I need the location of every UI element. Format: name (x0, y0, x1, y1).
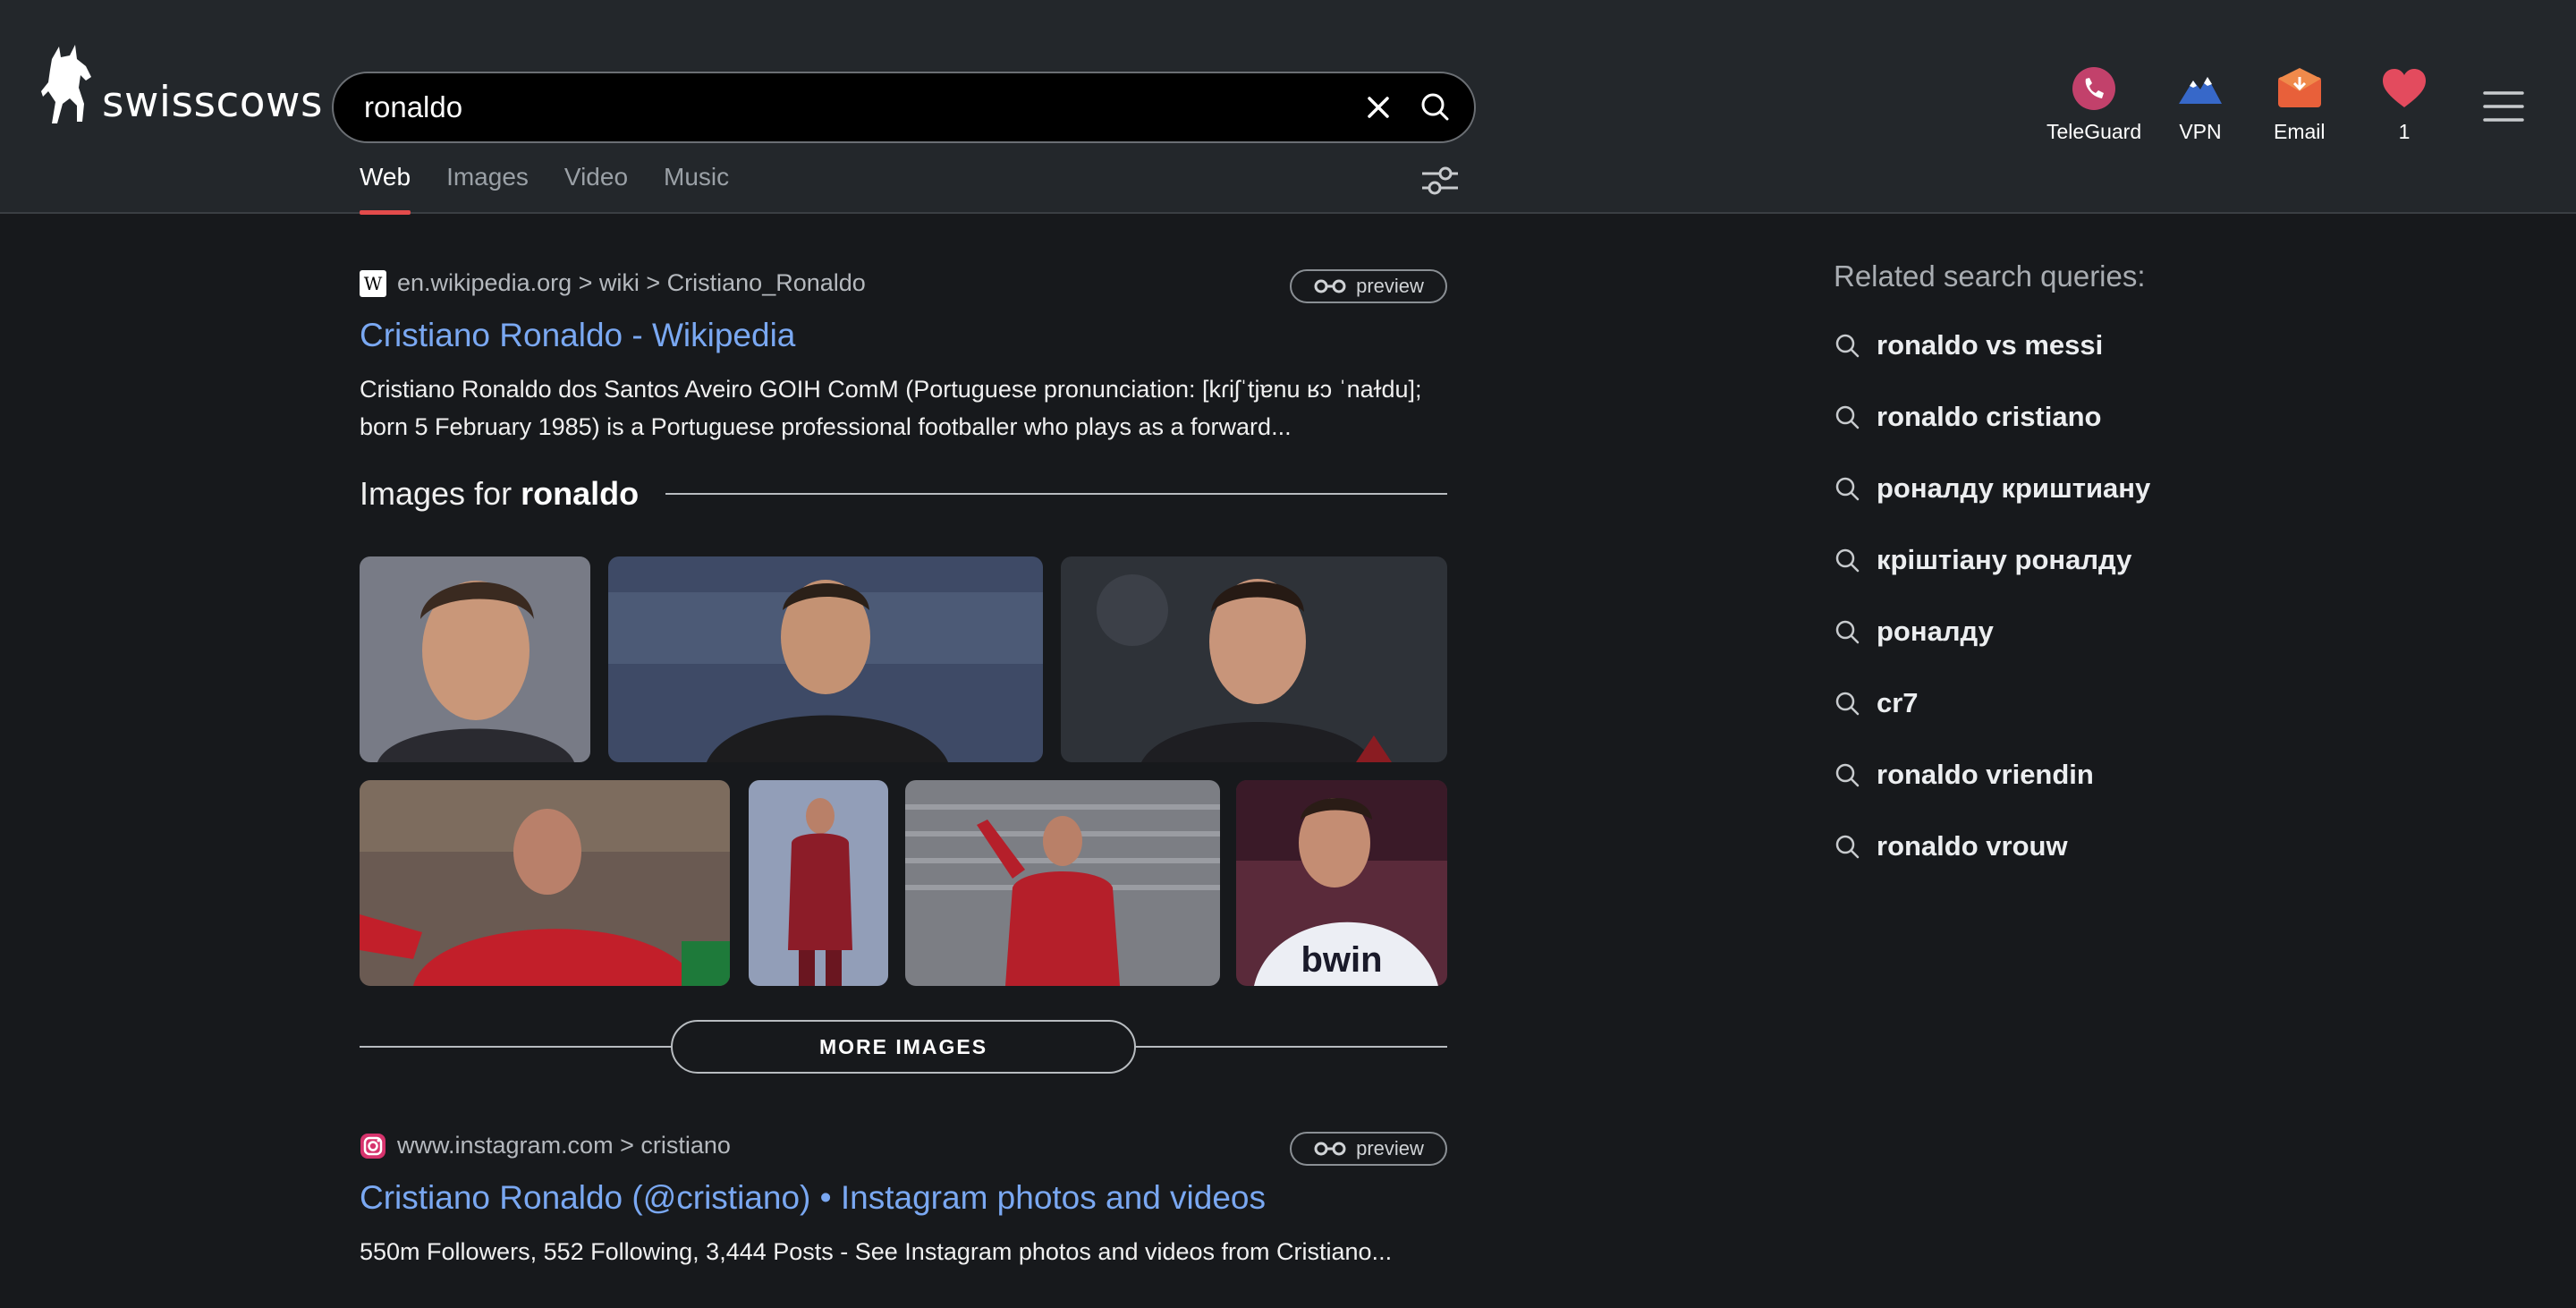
glasses-icon (1314, 279, 1346, 293)
search-icon (1835, 835, 1860, 859)
images-heading-query: ronaldo (521, 475, 640, 512)
image-thumbnail[interactable] (749, 780, 888, 986)
tab-images[interactable]: Images (446, 157, 529, 214)
tab-web[interactable]: Web (360, 157, 411, 215)
teleguard-icon (2072, 67, 2116, 110)
related-item[interactable]: cr7 (1834, 667, 2150, 739)
swisscows-logo[interactable]: swisscows (39, 41, 323, 131)
image-thumbnail[interactable] (1061, 556, 1447, 762)
related-item[interactable]: роналду (1834, 596, 2150, 667)
related-item[interactable]: роналду криштиану (1834, 453, 2150, 524)
result-instagram: www.instagram.com > cristiano preview Cr… (360, 1132, 1447, 1308)
email-label: Email (2274, 120, 2326, 143)
breadcrumb-text: en.wikipedia.org > wiki > Cristiano_Rona… (397, 269, 866, 296)
preview-label: preview (1356, 1137, 1424, 1159)
related-item-label: роналду криштиану (1877, 472, 2151, 504)
search-icon (1835, 692, 1860, 716)
result-breadcrumb[interactable]: www.instagram.com > cristiano (360, 1132, 1447, 1159)
hamburger-menu-icon[interactable] (2483, 89, 2524, 123)
heart-icon (2383, 69, 2426, 107)
result-title-link[interactable]: Cristiano Ronaldo - Wikipedia (360, 317, 1447, 354)
email-envelope-icon (2277, 68, 2321, 107)
related-item-label: cr7 (1877, 687, 1919, 718)
cow-logo-icon (41, 45, 91, 123)
divider (665, 493, 1447, 495)
search-icon (1835, 548, 1860, 573)
image-thumbnail[interactable] (360, 780, 730, 986)
glasses-icon (1314, 1142, 1346, 1156)
search-box[interactable] (332, 72, 1476, 143)
image-thumbnail[interactable] (905, 780, 1220, 986)
logo-text: swisscows (102, 78, 323, 127)
result-title-link[interactable]: Cristiano Ronaldo (@cristiano) • Instagr… (360, 1179, 1447, 1217)
teleguard-label: TeleGuard (2046, 120, 2142, 143)
instagram-icon (360, 1133, 386, 1159)
images-heading: Images for ronaldo (360, 475, 1447, 513)
vpn-label: VPN (2179, 120, 2222, 143)
close-icon[interactable] (1360, 89, 1396, 125)
search-icon (1835, 334, 1860, 358)
image-thumbnail[interactable]: bwin (1236, 780, 1447, 986)
related-item-label: роналду (1877, 616, 1994, 647)
favorites-link[interactable]: 1 (2381, 66, 2428, 144)
related-item[interactable]: ronaldo vriendin (1834, 739, 2150, 811)
search-icon (1835, 405, 1860, 429)
result-snippet: 550m Followers, 552 Following, 3,444 Pos… (360, 1238, 1393, 1265)
vpn-link[interactable]: VPN (2177, 66, 2224, 144)
related-item-label: кріштіану роналду (1877, 544, 2132, 575)
filter-sliders-icon[interactable] (1419, 163, 1462, 199)
related-item[interactable]: ronaldo vrouw (1834, 811, 2150, 882)
preview-label: preview (1356, 275, 1424, 297)
related-item-label: ronaldo vs messi (1877, 329, 2104, 361)
related-item-label: ronaldo cristiano (1877, 401, 2102, 432)
preview-button[interactable]: preview (1290, 1132, 1447, 1166)
teleguard-link[interactable]: TeleGuard (2046, 66, 2141, 144)
related-item-label: ronaldo vrouw (1877, 830, 2068, 862)
email-link[interactable]: Email (2274, 66, 2326, 144)
related-searches: Related search queries: ronaldo vs messi… (1834, 259, 2150, 882)
wikipedia-icon: W (360, 269, 386, 297)
related-list: ronaldo vs messi ronaldo cristiano ронал… (1834, 310, 2150, 882)
result-breadcrumb[interactable]: W en.wikipedia.org > wiki > Cristiano_Ro… (360, 269, 1447, 297)
image-thumbnail[interactable] (360, 556, 590, 762)
related-heading: Related search queries: (1834, 259, 2146, 293)
search-icon (1835, 477, 1860, 501)
search-tabs: Web Images Video Music (360, 157, 765, 215)
related-item[interactable]: ronaldo cristiano (1834, 381, 2150, 453)
image-thumbnail[interactable] (608, 556, 1043, 762)
svg-text:bwin: bwin (1301, 940, 1382, 980)
more-images-row: MORE IMAGES (360, 1020, 1447, 1074)
more-images-button[interactable]: MORE IMAGES (671, 1020, 1136, 1074)
breadcrumb-text: www.instagram.com > cristiano (397, 1132, 731, 1159)
tab-video[interactable]: Video (564, 157, 628, 214)
favorites-count: 1 (2398, 120, 2411, 143)
tab-music[interactable]: Music (664, 157, 729, 214)
result-snippet: Cristiano Ronaldo dos Santos Aveiro GOIH… (360, 376, 1422, 440)
related-item-label: ronaldo vriendin (1877, 759, 2094, 790)
images-heading-text: Images for ronaldo (360, 475, 640, 512)
search-icon (1835, 620, 1860, 644)
search-icon (1835, 763, 1860, 787)
search-icon[interactable] (1418, 89, 1453, 125)
svg-text:W: W (364, 273, 383, 294)
vpn-mountain-icon (2179, 77, 2222, 104)
top-header: swisscows Web Images Video Music TeleGua… (0, 0, 2576, 215)
related-item[interactable]: ronaldo vs messi (1834, 310, 2150, 381)
preview-button[interactable]: preview (1290, 269, 1447, 303)
result-wikipedia: W en.wikipedia.org > wiki > Cristiano_Ro… (360, 269, 1447, 446)
search-input[interactable] (364, 73, 1303, 141)
related-item[interactable]: кріштіану роналду (1834, 524, 2150, 596)
